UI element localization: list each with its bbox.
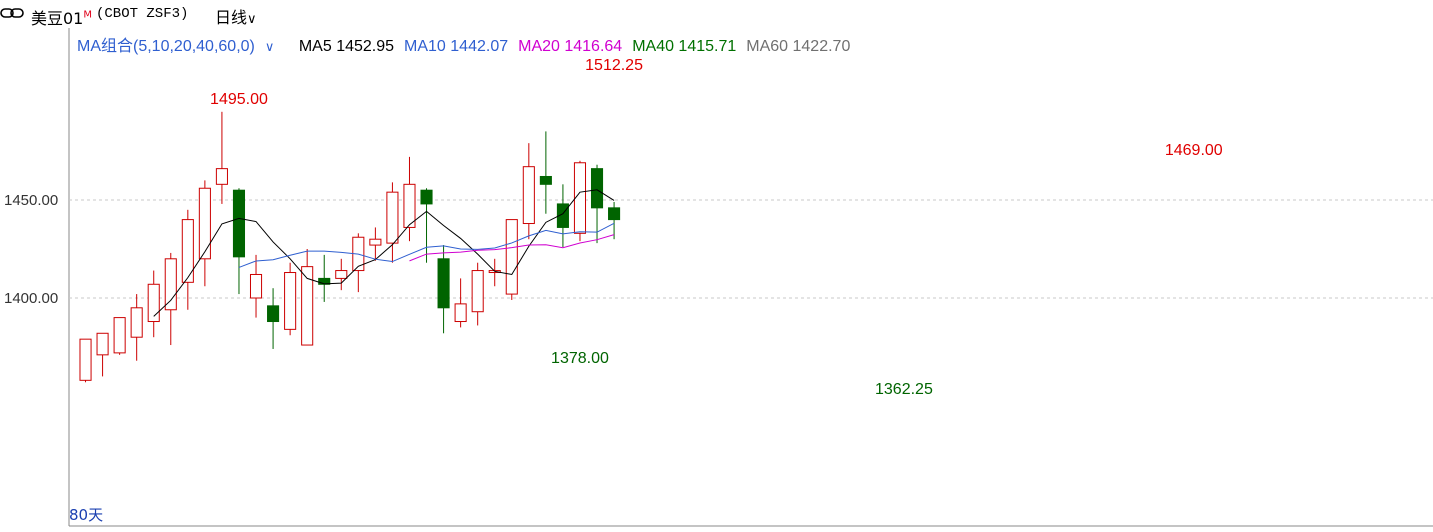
link-icon[interactable] bbox=[0, 7, 24, 19]
candle-body bbox=[403, 183, 416, 228]
period-label: 日线 bbox=[215, 8, 248, 27]
candle-body bbox=[130, 307, 143, 338]
ma5-line bbox=[153, 189, 615, 317]
price-annotation: 1378.00 bbox=[551, 350, 609, 367]
y-tick-label: 1400.00 bbox=[4, 290, 58, 307]
candle-body bbox=[164, 258, 177, 311]
candle-body bbox=[539, 175, 552, 185]
chevron-down-icon: ∨ bbox=[247, 12, 257, 27]
candle-body bbox=[386, 191, 399, 244]
candle-body bbox=[198, 187, 211, 260]
candle-body bbox=[608, 207, 621, 221]
price-annotation: 1495.00 bbox=[210, 91, 268, 108]
candle-body bbox=[369, 238, 382, 246]
candle-body bbox=[573, 162, 587, 234]
candle-body bbox=[505, 219, 518, 295]
price-annotation: 1469.00 bbox=[1165, 142, 1223, 159]
period-dropdown[interactable]: 日线∨ bbox=[215, 4, 257, 28]
instrument-title: 美豆01M bbox=[31, 9, 93, 28]
candle-body bbox=[232, 189, 246, 258]
candle-body bbox=[471, 270, 484, 313]
candle-body bbox=[249, 273, 263, 299]
candle-body bbox=[522, 166, 535, 225]
candle-body bbox=[420, 189, 433, 205]
candle-body bbox=[267, 305, 280, 323]
candle-body bbox=[437, 258, 450, 309]
chart-header: 美豆01M (CBOT ZSF3) 日线∨ bbox=[0, 0, 1433, 28]
instrument-code: (CBOT ZSF3) bbox=[96, 6, 189, 22]
y-tick-label: 1450.00 bbox=[4, 192, 58, 209]
candle-body bbox=[590, 168, 604, 209]
candle-body bbox=[335, 270, 348, 279]
price-annotation: 1362.25 bbox=[875, 381, 933, 398]
day-count-label: 80天 bbox=[69, 506, 104, 524]
candle-body bbox=[181, 219, 194, 283]
candle-body bbox=[79, 338, 92, 381]
candle-body bbox=[96, 332, 109, 356]
candle-body bbox=[454, 303, 467, 323]
candle-body bbox=[215, 168, 228, 185]
candlestick-chart[interactable]: 1400.00 1450.00 1495.00 1378.00 1512.25 1362.… bbox=[0, 28, 1433, 532]
candle-body bbox=[113, 317, 126, 354]
price-annotation: 1512.25 bbox=[585, 57, 643, 74]
candle-body bbox=[284, 272, 297, 330]
